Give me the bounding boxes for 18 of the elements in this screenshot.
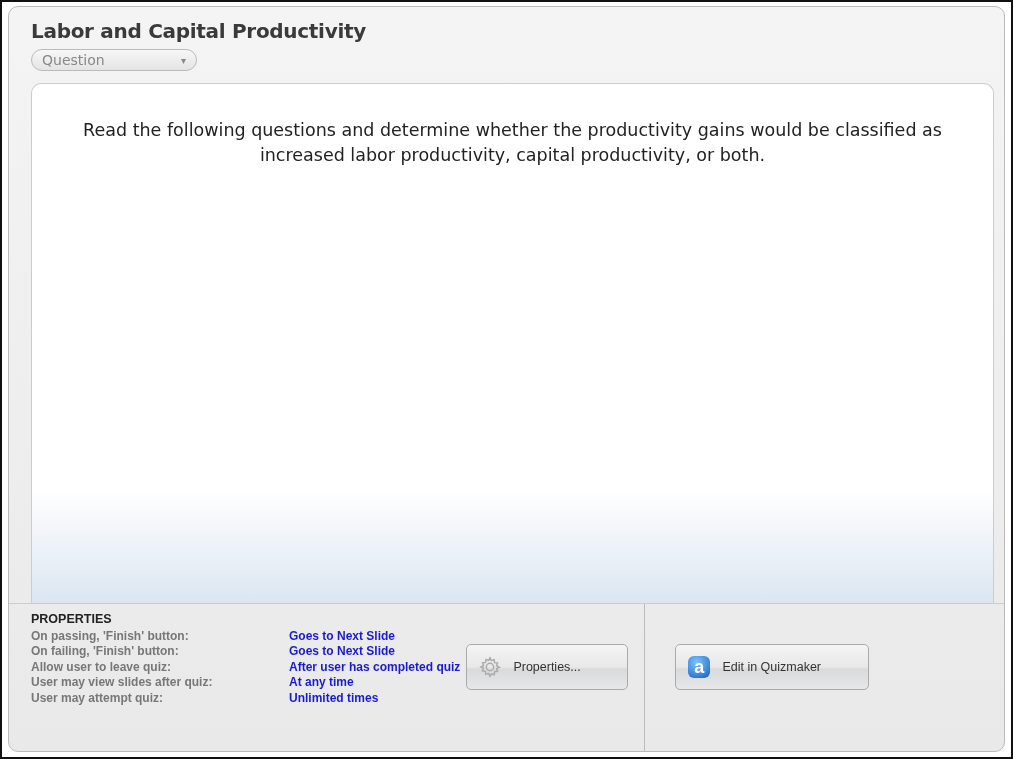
property-value: Unlimited times	[289, 690, 380, 706]
question-text: Read the following questions and determine whether the productivity gains would be classified as increased labor productivity, capital productivity, or both.	[82, 119, 943, 167]
property-value: Goes to Next Slide	[289, 628, 397, 644]
property-label: Allow user to leave quiz:	[31, 659, 173, 675]
property-value: At any time	[289, 675, 355, 691]
app-logo-icon: a	[688, 656, 711, 678]
caret-icon: ▾	[180, 54, 186, 66]
gear-icon	[479, 656, 502, 678]
property-label: User may view slides after quiz:	[31, 675, 214, 691]
edit-in-quizmaker-button[interactable]: a Edit in Quizmaker	[675, 644, 870, 690]
properties-button[interactable]: Properties...	[466, 644, 629, 690]
page-title: Labor and Capital Productivity	[31, 19, 367, 43]
property-label: On passing, 'Finish' button:	[31, 628, 190, 644]
property-label: User may attempt quiz:	[31, 690, 165, 706]
section-heading: PROPERTIES	[31, 612, 113, 628]
property-label: On failing, 'Finish' button:	[31, 644, 180, 660]
property-value: Goes to Next Slide	[289, 644, 397, 660]
property-value: After user has completed quiz	[289, 659, 461, 675]
